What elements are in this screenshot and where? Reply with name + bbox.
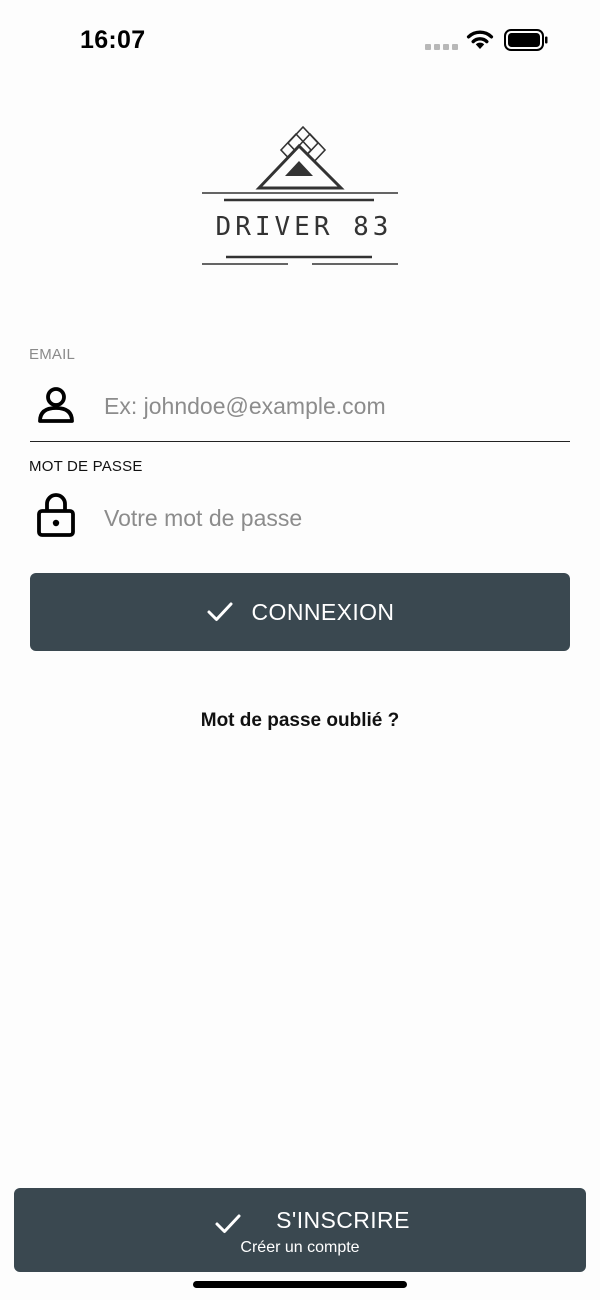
register-button[interactable]: S'INSCRIRE Créer un compte [14,1188,586,1272]
email-label: EMAIL [29,346,76,363]
connect-button[interactable]: CONNEXION [30,573,570,651]
password-label: MOT DE PASSE [29,458,143,475]
forgot-password-link[interactable]: Mot de passe oublié ? [0,710,600,732]
check-icon [207,602,233,621]
home-indicator[interactable] [193,1281,407,1288]
password-input[interactable] [104,496,564,540]
connect-button-label: CONNEXION [251,598,395,625]
lock-icon [37,493,75,537]
logo-emblem-icon [202,125,398,265]
user-icon [38,387,74,423]
logo-text: DRIVER 83 [215,212,393,242]
email-field-row[interactable] [30,372,570,442]
register-button-label: S'INSCRIRE [276,1207,410,1233]
status-time: 16:07 [80,26,146,54]
wifi-icon [466,30,494,49]
status-bar: 16:07 [0,0,600,84]
email-input[interactable] [104,384,564,428]
driver-logo: DRIVER 83 [195,108,413,308]
register-button-sublabel: Créer un compte [240,1239,360,1256]
password-field-row[interactable] [30,484,570,554]
signal-icon [425,44,458,50]
battery-icon [504,29,548,51]
